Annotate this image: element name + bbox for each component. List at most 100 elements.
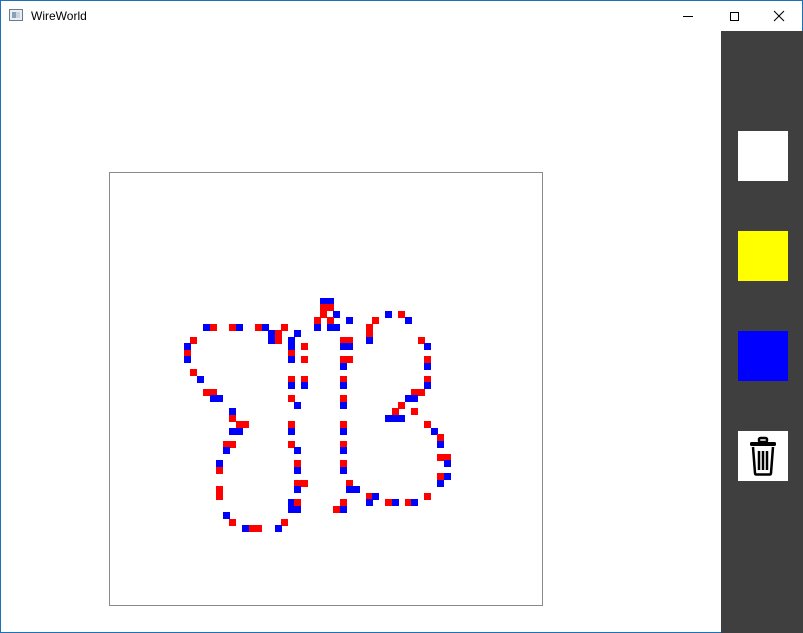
trash-icon xyxy=(750,436,776,476)
electron-tail-cell xyxy=(333,506,340,513)
electron-head-cell xyxy=(203,324,210,331)
electron-head-cell xyxy=(268,337,275,344)
electron-head-cell xyxy=(385,415,392,422)
electron-head-cell xyxy=(288,343,295,350)
electron-head-cell xyxy=(288,506,295,513)
electron-head-cell xyxy=(333,311,340,318)
electron-head-cell xyxy=(294,402,301,409)
electron-head-cell xyxy=(340,447,347,454)
electron-head-cell xyxy=(444,460,451,467)
conductor-tool-button[interactable] xyxy=(738,231,788,281)
electron-tail-cell xyxy=(288,421,295,428)
electron-tail-cell xyxy=(327,304,334,311)
maximize-button[interactable] xyxy=(711,1,757,31)
electron-tail-cell xyxy=(437,454,444,461)
electron-head-cell xyxy=(346,317,353,324)
electron-tail-cell xyxy=(424,421,431,428)
electron-tail-cell xyxy=(242,421,249,428)
electron-head-cell xyxy=(268,330,275,337)
electron-head-cell xyxy=(236,324,243,331)
electron-tail-cell xyxy=(314,317,321,324)
electron-tail-cell xyxy=(366,330,373,337)
electron-head-cell xyxy=(340,467,347,474)
electron-head-cell xyxy=(366,337,373,344)
electron-tail-cell xyxy=(294,499,301,506)
maximize-icon xyxy=(729,11,739,21)
electron-head-cell xyxy=(340,363,347,370)
electron-head-cell xyxy=(275,525,282,532)
electron-head-cell xyxy=(444,473,451,480)
app-icon xyxy=(9,9,23,21)
electron-head-cell xyxy=(372,493,379,500)
electron-tail-cell xyxy=(437,434,444,441)
electron-tail-cell xyxy=(294,460,301,467)
electron-head-cell xyxy=(223,512,230,519)
electron-tail-cell xyxy=(216,486,223,493)
electron-head-cell xyxy=(346,486,353,493)
electron-tail-cell xyxy=(301,343,308,350)
electron-head-cell xyxy=(288,382,295,389)
close-button[interactable] xyxy=(756,1,802,31)
electron-head-cell xyxy=(405,317,412,324)
electron-head-cell xyxy=(294,486,301,493)
electron-head-cell xyxy=(340,428,347,435)
electron-head-cell xyxy=(294,506,301,513)
electron-tail-cell xyxy=(203,389,210,396)
electron-head-cell xyxy=(229,408,236,415)
electron-tail-cell xyxy=(340,395,347,402)
electron-tail-cell xyxy=(424,356,431,363)
electron-head-cell xyxy=(340,382,347,389)
electron-head-cell xyxy=(301,382,308,389)
electron-tail-cell xyxy=(398,402,405,409)
electron-head-cell xyxy=(392,499,399,506)
clear-grid-button[interactable] xyxy=(738,431,788,481)
minimize-button[interactable] xyxy=(665,1,711,31)
title-bar[interactable]: WireWorld xyxy=(1,1,802,31)
electron-head-cell xyxy=(197,376,204,383)
electron-tail-cell xyxy=(411,408,418,415)
electron-head-cell xyxy=(437,480,444,487)
electron-tail-cell xyxy=(229,324,236,331)
electron-tail-cell xyxy=(281,324,288,331)
electron-tail-cell xyxy=(301,356,308,363)
electron-head-cell xyxy=(424,382,431,389)
electron-tail-cell xyxy=(340,421,347,428)
electron-tail-cell xyxy=(216,467,223,474)
electron-head-cell xyxy=(398,415,405,422)
empty-cell-tool-button[interactable] xyxy=(738,131,788,181)
tool-sidebar xyxy=(721,31,803,633)
wireworld-grid[interactable] xyxy=(109,172,543,606)
electron-head-cell xyxy=(216,395,223,402)
electron-tail-cell xyxy=(327,317,334,324)
electron-tail-cell xyxy=(210,324,217,331)
electron-head-cell xyxy=(288,428,295,435)
electron-head-tool-button[interactable] xyxy=(738,331,788,381)
electron-head-cell xyxy=(294,467,301,474)
electron-head-cell xyxy=(424,343,431,350)
electron-head-cell xyxy=(333,324,340,331)
electron-tail-cell xyxy=(255,525,262,532)
electron-tail-cell xyxy=(340,460,347,467)
electron-head-cell xyxy=(184,356,191,363)
electron-head-cell xyxy=(346,343,353,350)
close-icon xyxy=(773,10,785,22)
electron-head-cell xyxy=(424,363,431,370)
electron-head-cell xyxy=(411,395,418,402)
electron-head-cell xyxy=(340,402,347,409)
electron-head-cell xyxy=(314,324,321,331)
electron-head-cell xyxy=(288,356,295,363)
electron-tail-cell xyxy=(190,337,197,344)
electron-tail-cell xyxy=(229,519,236,526)
electron-tail-cell xyxy=(275,337,282,344)
electron-head-cell xyxy=(229,428,236,435)
electron-tail-cell xyxy=(255,324,262,331)
electron-tail-cell xyxy=(346,356,353,363)
electron-tail-cell xyxy=(418,389,425,396)
electron-head-cell xyxy=(437,441,444,448)
electron-head-cell xyxy=(236,428,243,435)
electron-head-cell xyxy=(294,447,301,454)
minimize-icon xyxy=(683,15,693,17)
electron-head-cell xyxy=(353,486,360,493)
electron-tail-cell xyxy=(229,441,236,448)
electron-tail-cell xyxy=(288,395,295,402)
